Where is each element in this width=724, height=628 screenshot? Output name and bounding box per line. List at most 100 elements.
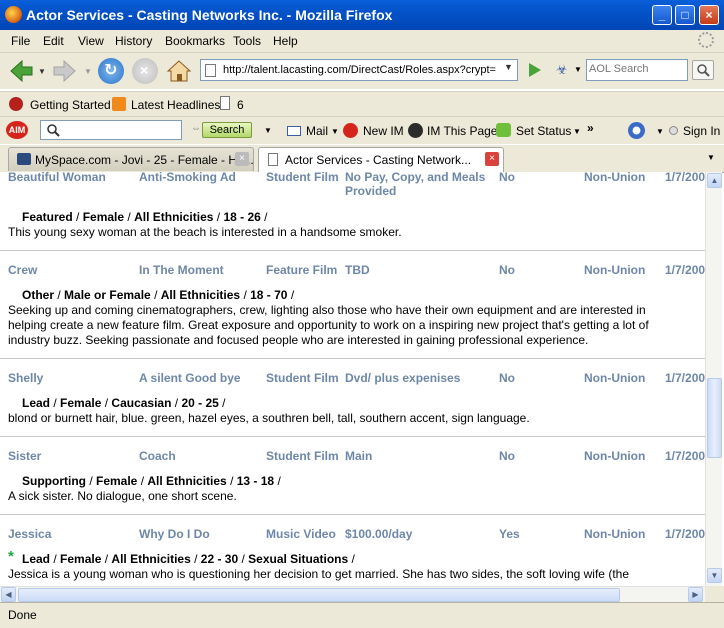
project-type: Student Film <box>266 371 339 385</box>
vertical-scrollbar[interactable]: ▲ ▼ <box>705 172 722 586</box>
forward-button[interactable] <box>52 58 78 84</box>
new-im-button[interactable]: New IM <box>363 124 404 138</box>
sign-in-button[interactable]: Sign In <box>683 124 720 138</box>
status-text: Done <box>8 608 37 622</box>
union-status: Non-Union <box>584 371 646 385</box>
close-button[interactable]: × <box>699 5 719 25</box>
mail-icon <box>287 126 301 136</box>
go-button[interactable] <box>524 60 544 80</box>
tab-close-icon[interactable]: × <box>235 152 249 166</box>
project-name: Anti-Smoking Ad <box>139 172 236 184</box>
back-dropdown-icon[interactable]: ▼ <box>38 67 46 76</box>
tab-list-dropdown-icon[interactable]: ▼ <box>707 153 715 162</box>
search-engine-icon[interactable]: ☣ <box>556 62 568 78</box>
mail-button[interactable]: Mail <box>306 124 328 138</box>
menu-view[interactable]: View <box>78 34 104 48</box>
search-button[interactable] <box>692 60 714 80</box>
stop-button[interactable]: × <box>132 58 158 84</box>
role-description: A sick sister. No dialogue, one short sc… <box>8 489 237 503</box>
role-details: Other / Male or Female / All Ethnicities… <box>22 288 295 302</box>
more-chevron[interactable]: » <box>587 121 594 135</box>
horizontal-scrollbar[interactable]: ◀ ▶ <box>0 586 705 602</box>
aim-logo-icon[interactable]: AIM <box>6 121 28 139</box>
post-date: 1/7/200 <box>665 527 705 541</box>
mail-dropdown-icon[interactable]: ▼ <box>331 127 339 136</box>
aim-search-button[interactable]: Search <box>202 122 252 138</box>
home-icon <box>166 60 192 82</box>
set-status-button[interactable]: Set Status <box>516 124 571 138</box>
scroll-up-icon[interactable]: ▲ <box>707 173 722 188</box>
im-this-page-button[interactable]: IM This Page <box>427 124 497 138</box>
menu-bar: File Edit View History Bookmarks Tools H… <box>0 30 724 53</box>
bookmark-getting-started[interactable]: Getting Started <box>30 98 111 112</box>
page-icon <box>205 64 216 77</box>
bookmark-item[interactable]: 6 <box>237 98 244 112</box>
menu-help[interactable]: Help <box>273 34 298 48</box>
url-bar[interactable]: http://talent.lacasting.com/DirectCast/R… <box>200 59 518 81</box>
aim-search-field[interactable] <box>40 120 182 140</box>
reload-button[interactable]: ↻ <box>98 58 124 84</box>
search-box[interactable] <box>586 59 688 81</box>
minimize-button[interactable]: _ <box>652 5 672 25</box>
project-type: Music Video <box>266 527 336 541</box>
selected-status: No <box>499 172 515 184</box>
status-dropdown-icon[interactable]: ▼ <box>573 127 581 136</box>
selected-status: No <box>499 449 515 463</box>
project-name: In The Moment <box>139 263 224 277</box>
tab-myspace[interactable]: MySpace.com - Jovi - 25 - Female - Ha...… <box>8 147 254 171</box>
search-engine-dropdown-icon[interactable]: ▼ <box>574 65 582 74</box>
role-name-link[interactable]: Sister <box>8 449 41 463</box>
role-type: Other <box>22 288 55 302</box>
role-name-link[interactable]: Crew <box>8 263 37 277</box>
menu-history[interactable]: History <box>115 34 152 48</box>
throbber-icon <box>698 32 714 48</box>
role-name-link[interactable]: Shelly <box>8 371 43 385</box>
search-dropdown-icon[interactable]: ▼ <box>264 126 272 135</box>
gear-dropdown-icon[interactable]: ▼ <box>656 127 664 136</box>
back-button[interactable] <box>8 58 34 84</box>
menu-tools[interactable]: Tools <box>233 34 261 48</box>
search-input[interactable] <box>587 60 687 78</box>
role-gender: Female <box>60 396 102 410</box>
vertical-scroll-thumb[interactable] <box>707 378 722 458</box>
tab-actor-services[interactable]: Actor Services - Casting Network... × <box>258 147 504 173</box>
reload-icon: ↻ <box>104 62 118 79</box>
post-date: 1/7/200 <box>665 449 705 463</box>
tab-label: MySpace.com - Jovi - 25 - Female - Ha... <box>35 153 254 167</box>
getting-started-icon <box>9 97 23 111</box>
horizontal-scroll-thumb[interactable] <box>18 588 620 602</box>
role-gender: Female <box>82 210 125 224</box>
rss-icon <box>112 97 126 111</box>
scroll-down-icon[interactable]: ▼ <box>707 568 722 583</box>
title-bar: Actor Services - Casting Networks Inc. -… <box>0 0 724 30</box>
resize-handle-icon[interactable]: ⇔ <box>191 123 201 134</box>
im-this-page-icon <box>408 123 423 138</box>
role-name-link[interactable]: Jessica <box>8 527 51 541</box>
tab-close-icon[interactable]: × <box>485 152 499 166</box>
magnifier-icon <box>697 64 710 77</box>
divider <box>0 250 705 251</box>
divider <box>0 358 705 359</box>
scroll-right-icon[interactable]: ▶ <box>688 587 703 602</box>
window-title: Actor Services - Casting Networks Inc. -… <box>26 7 393 23</box>
menu-bookmarks[interactable]: Bookmarks <box>165 34 225 48</box>
status-bar: Done <box>0 602 724 628</box>
forward-dropdown-icon[interactable]: ▼ <box>84 67 92 76</box>
maximize-button[interactable]: □ <box>675 5 695 25</box>
url-dropdown-icon[interactable]: ▼ <box>504 62 513 72</box>
menu-edit[interactable]: Edit <box>43 34 64 48</box>
url-text[interactable]: http://talent.lacasting.com/DirectCast/R… <box>223 64 503 76</box>
gear-icon[interactable] <box>628 122 645 139</box>
role-gender: Male or Female <box>64 288 151 302</box>
menu-file[interactable]: File <box>11 34 30 48</box>
stop-icon: × <box>140 62 149 78</box>
home-button[interactable] <box>166 58 192 84</box>
scroll-left-icon[interactable]: ◀ <box>1 587 16 602</box>
role-name-link[interactable]: Beautiful Woman <box>8 172 106 184</box>
aim-search-icon <box>47 124 60 137</box>
bookmark-latest-headlines[interactable]: Latest Headlines <box>131 98 220 112</box>
pay-info: No Pay, Copy, and Meals <box>345 172 486 184</box>
go-arrow-icon <box>529 63 541 77</box>
selected-status: Yes <box>499 527 520 541</box>
bookmarks-toolbar: Getting Started Latest Headlines 6 <box>0 91 724 117</box>
